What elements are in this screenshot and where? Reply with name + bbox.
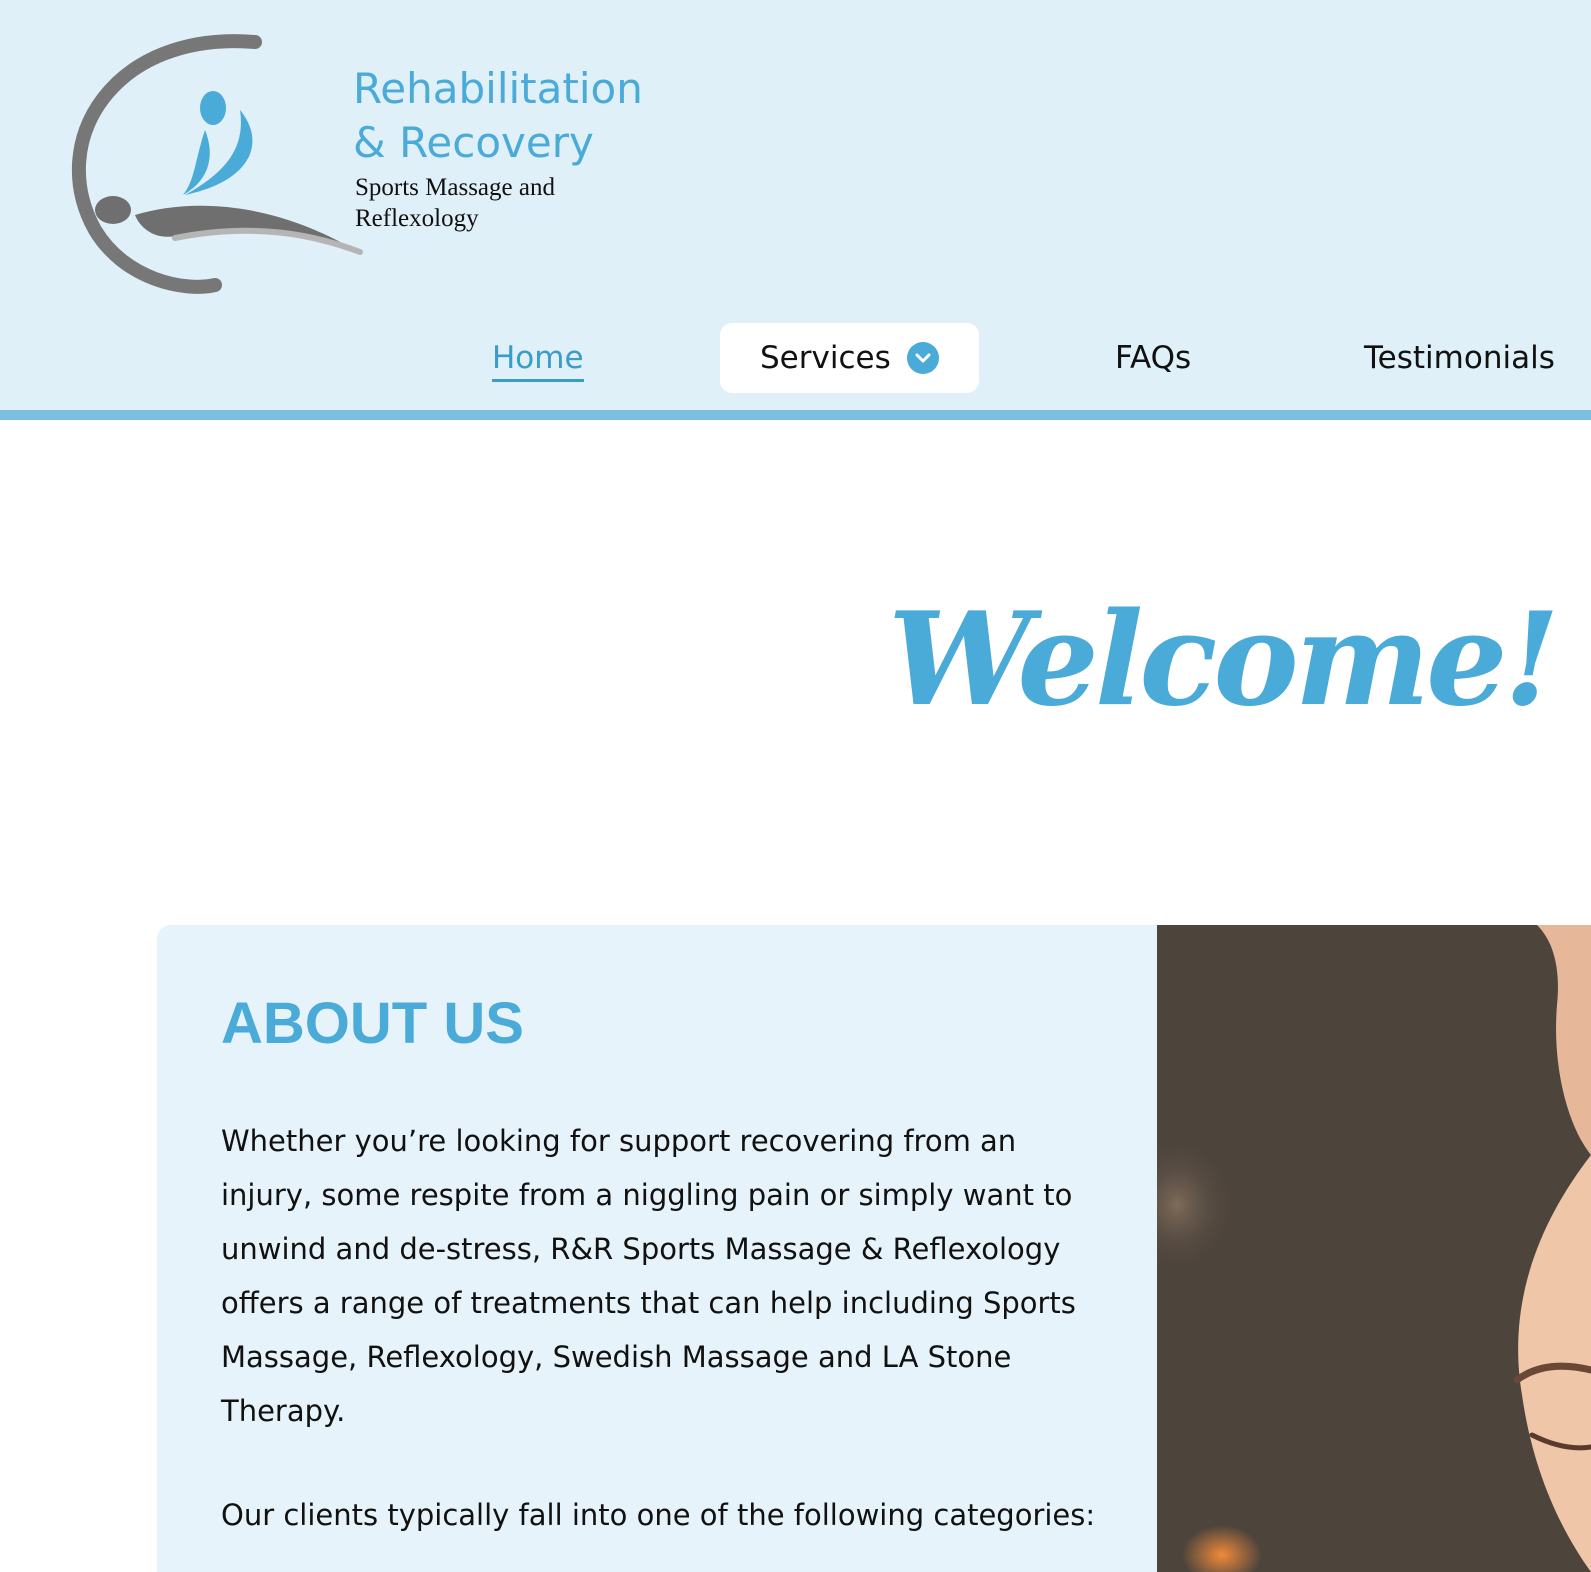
nav-item-testimonials[interactable]: Testimonials [1364, 330, 1555, 386]
active-underline [492, 379, 584, 382]
nav-item-services[interactable]: Services [720, 323, 979, 393]
brand-subtitle-line2: Reflexology [355, 205, 479, 232]
hero-heading: Welcome! [888, 585, 1560, 735]
nav-item-home[interactable]: Home [492, 330, 584, 386]
about-paragraph: Whether you’re looking for support recov… [221, 1124, 1076, 1428]
nav-item-label: Services [760, 340, 891, 376]
nav-item-label: Testimonials [1364, 340, 1555, 376]
header-divider [0, 410, 1591, 420]
chevron-down-icon[interactable] [906, 342, 939, 374]
woman-relaxing-photo [1157, 925, 1591, 1572]
nav-item-label: FAQs [1115, 340, 1192, 376]
brand-title-line1: Rehabilitation [353, 64, 643, 113]
brand-subtitle-line1: Sports Massage and [355, 174, 555, 201]
nav-item-faqs[interactable]: FAQs [1115, 330, 1191, 386]
about-paragraph: Our clients typically fall into one of t… [221, 1498, 1096, 1532]
nav-item-label: Home [492, 340, 584, 376]
about-title: ABOUT US [221, 991, 524, 1056]
site-header: Rehabilitation & Recovery Sports Massage… [0, 0, 1591, 418]
brand-title-line2: & Recovery [353, 118, 594, 167]
massage-figure-logo[interactable] [55, 30, 375, 300]
